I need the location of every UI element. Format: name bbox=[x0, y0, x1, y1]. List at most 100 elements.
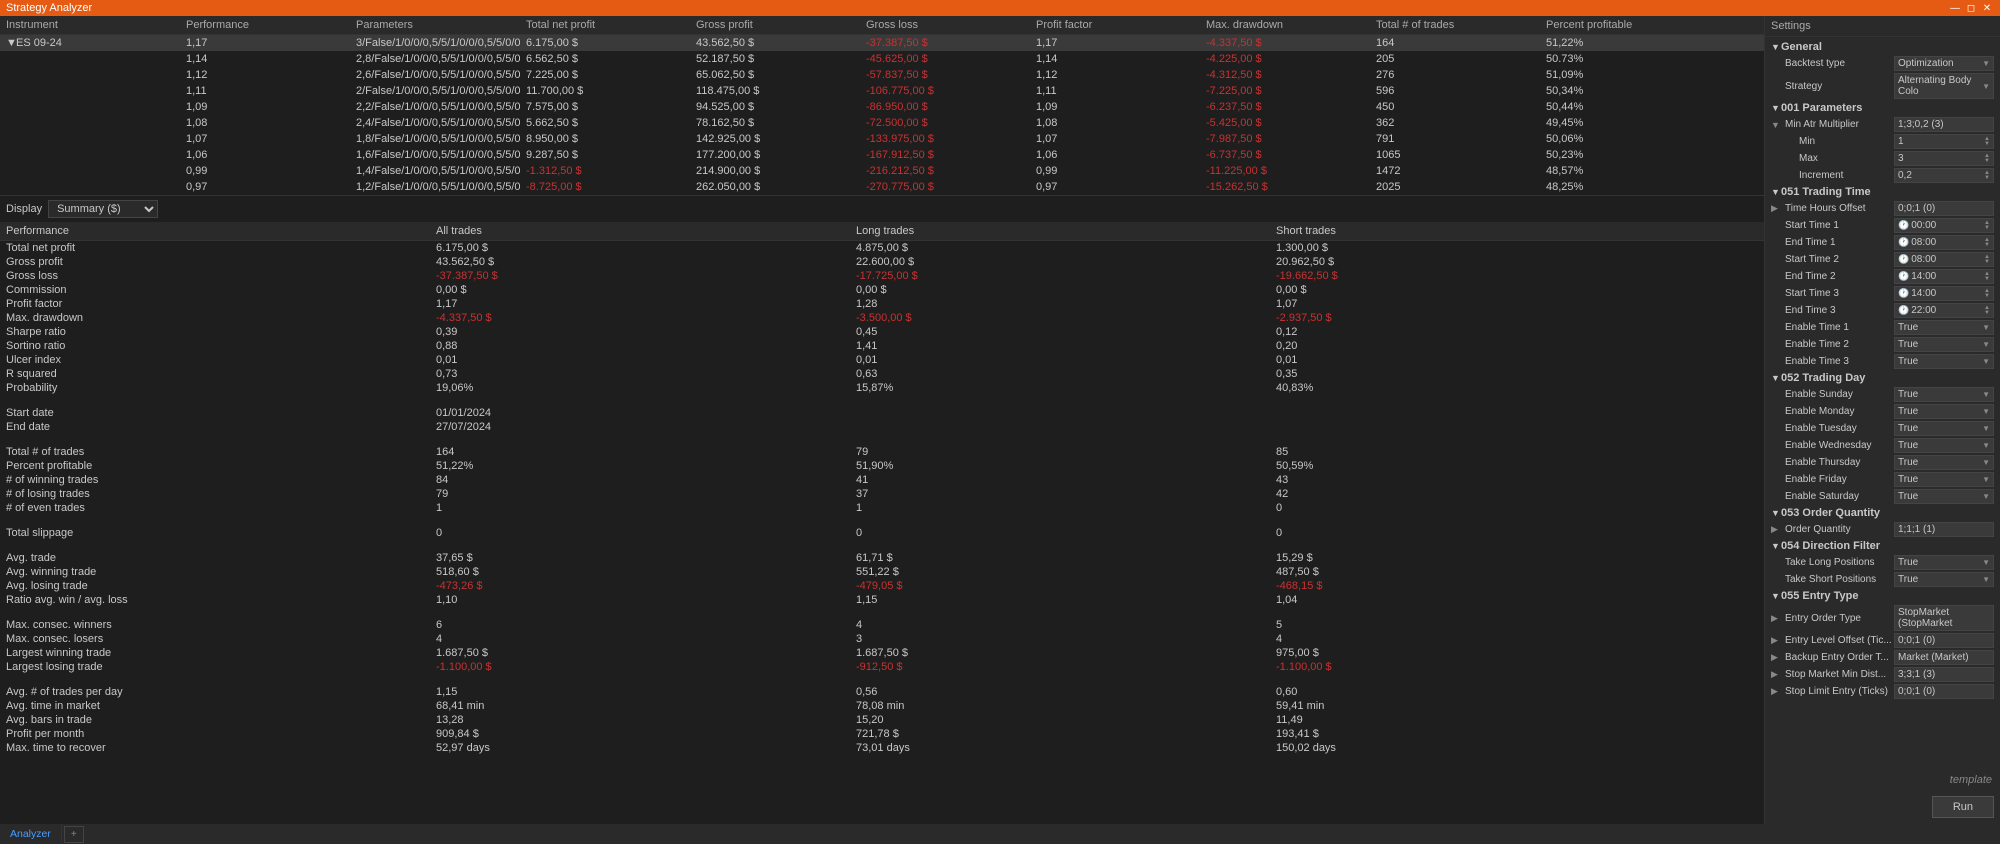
col-profit-factor[interactable]: Profit factor bbox=[1030, 16, 1200, 34]
property-value[interactable]: True▼ bbox=[1894, 489, 1994, 504]
property-value[interactable]: 3;3;1 (3) bbox=[1894, 667, 1994, 682]
chevron-down-icon[interactable]: ▼ bbox=[1982, 558, 1990, 567]
clock-icon: 🕐 bbox=[1898, 288, 1909, 299]
col-percent-profitable[interactable]: Percent profitable bbox=[1540, 16, 1710, 34]
chevron-down-icon[interactable]: ▼ bbox=[1982, 82, 1990, 91]
property-value[interactable]: 0;0;1 (0) bbox=[1894, 633, 1994, 648]
chevron-down-icon[interactable]: ▼ bbox=[1982, 407, 1990, 416]
spinner[interactable]: ▲▼ bbox=[1984, 154, 1990, 164]
property-value[interactable]: True▼ bbox=[1894, 455, 1994, 470]
chevron-down-icon[interactable]: ▼ bbox=[1982, 424, 1990, 433]
table-row[interactable]: 1,112/False/1/0/0/0,5/5/1/0/0/0,5/5/0/0,… bbox=[0, 83, 1764, 99]
property-value[interactable]: True▼ bbox=[1894, 555, 1994, 570]
settings-category[interactable]: ▼General bbox=[1767, 39, 1998, 55]
settings-category[interactable]: ▼051 Trading Time bbox=[1767, 184, 1998, 200]
settings-property: Enable SaturdayTrue▼ bbox=[1767, 488, 1998, 505]
table-row[interactable]: 1,071,8/False/1/0/0/0,5/5/1/0/0/0,5/5/0/… bbox=[0, 131, 1764, 147]
chevron-down-icon[interactable]: ▼ bbox=[1982, 390, 1990, 399]
property-value[interactable]: Optimization▼ bbox=[1894, 56, 1994, 71]
property-value[interactable]: True▼ bbox=[1894, 421, 1994, 436]
table-row[interactable]: 0,991,4/False/1/0/0/0,5/5/1/0/0/0,5/5/0/… bbox=[0, 163, 1764, 179]
table-row[interactable]: 1,142,8/False/1/0/0/0,5/5/1/0/0/0,5/5/0/… bbox=[0, 51, 1764, 67]
table-row[interactable]: 1,092,2/False/1/0/0/0,5/5/1/0/0/0,5/5/0/… bbox=[0, 99, 1764, 115]
settings-category[interactable]: ▼052 Trading Day bbox=[1767, 370, 1998, 386]
spinner[interactable]: ▲▼ bbox=[1984, 137, 1990, 147]
template-link[interactable]: template bbox=[1765, 770, 2000, 790]
spinner[interactable]: ▲▼ bbox=[1984, 289, 1990, 299]
col-total-net-profit[interactable]: Total net profit bbox=[520, 16, 690, 34]
minimize-icon[interactable]: — bbox=[1948, 1, 1962, 15]
col-instrument[interactable]: Instrument bbox=[0, 16, 180, 34]
property-value[interactable]: 3▲▼ bbox=[1894, 151, 1994, 166]
chevron-down-icon[interactable]: ▼ bbox=[1982, 340, 1990, 349]
chevron-down-icon[interactable]: ▼ bbox=[1982, 323, 1990, 332]
table-row[interactable]: 1,122,6/False/1/0/0/0,5/5/1/0/0/0,5/5/0/… bbox=[0, 67, 1764, 83]
property-value[interactable]: 0;0;1 (0) bbox=[1894, 684, 1994, 699]
property-value[interactable]: Alternating Body Colo▼ bbox=[1894, 73, 1994, 99]
perf-col-short[interactable]: Short trades bbox=[1270, 222, 1690, 240]
perf-row: # of even trades110 bbox=[0, 501, 1764, 515]
table-row[interactable]: ▼ES 09-241,173/False/1/0/0/0,5/5/1/0/0/0… bbox=[0, 35, 1764, 51]
settings-category[interactable]: ▼055 Entry Type bbox=[1767, 588, 1998, 604]
perf-col-label[interactable]: Performance bbox=[0, 222, 430, 240]
chevron-down-icon[interactable]: ▼ bbox=[1982, 458, 1990, 467]
col-performance[interactable]: Performance bbox=[180, 16, 350, 34]
property-value[interactable]: 🕐00:00▲▼ bbox=[1894, 218, 1994, 233]
col-gross-loss[interactable]: Gross loss bbox=[860, 16, 1030, 34]
property-value[interactable]: 0,2▲▼ bbox=[1894, 168, 1994, 183]
perf-row: Sortino ratio0,881,410,20 bbox=[0, 339, 1764, 353]
col-gross-profit[interactable]: Gross profit bbox=[690, 16, 860, 34]
property-value[interactable]: True▼ bbox=[1894, 320, 1994, 335]
settings-property: Min1▲▼ bbox=[1767, 133, 1998, 150]
spinner[interactable]: ▲▼ bbox=[1984, 238, 1990, 248]
property-value[interactable]: 🕐22:00▲▼ bbox=[1894, 303, 1994, 318]
maximize-icon[interactable]: ◻ bbox=[1964, 1, 1978, 15]
col-max-drawdown[interactable]: Max. drawdown bbox=[1200, 16, 1370, 34]
col-total-trades[interactable]: Total # of trades bbox=[1370, 16, 1540, 34]
property-value[interactable]: True▼ bbox=[1894, 337, 1994, 352]
property-value[interactable]: 1▲▼ bbox=[1894, 134, 1994, 149]
property-value[interactable]: True▼ bbox=[1894, 354, 1994, 369]
property-value[interactable]: 0;0;1 (0) bbox=[1894, 201, 1994, 216]
chevron-down-icon[interactable]: ▼ bbox=[1982, 441, 1990, 450]
close-icon[interactable]: ✕ bbox=[1980, 1, 1994, 15]
chevron-down-icon[interactable]: ▼ bbox=[1982, 492, 1990, 501]
property-value[interactable]: True▼ bbox=[1894, 572, 1994, 587]
property-value[interactable]: 🕐08:00▲▼ bbox=[1894, 235, 1994, 250]
property-value[interactable]: 1;1;1 (1) bbox=[1894, 522, 1994, 537]
property-value[interactable]: 🕐14:00▲▼ bbox=[1894, 269, 1994, 284]
chevron-down-icon[interactable]: ▼ bbox=[1982, 575, 1990, 584]
chevron-down-icon[interactable]: ▼ bbox=[1982, 59, 1990, 68]
perf-col-all[interactable]: All trades bbox=[430, 222, 850, 240]
clock-icon: 🕐 bbox=[1898, 254, 1909, 265]
property-value[interactable]: 🕐14:00▲▼ bbox=[1894, 286, 1994, 301]
spinner[interactable]: ▲▼ bbox=[1984, 255, 1990, 265]
spinner[interactable]: ▲▼ bbox=[1984, 272, 1990, 282]
perf-col-long[interactable]: Long trades bbox=[850, 222, 1270, 240]
settings-property: Enable Time 2True▼ bbox=[1767, 336, 1998, 353]
property-value[interactable]: True▼ bbox=[1894, 438, 1994, 453]
property-value[interactable]: 1;3;0,2 (3) bbox=[1894, 117, 1994, 132]
settings-category[interactable]: ▼001 Parameters bbox=[1767, 100, 1998, 116]
property-value[interactable]: True▼ bbox=[1894, 404, 1994, 419]
settings-category[interactable]: ▼053 Order Quantity bbox=[1767, 505, 1998, 521]
table-row[interactable]: 0,971,2/False/1/0/0/0,5/5/1/0/0/0,5/5/0/… bbox=[0, 179, 1764, 195]
display-select[interactable]: Summary ($) bbox=[48, 200, 158, 218]
spinner[interactable]: ▲▼ bbox=[1984, 306, 1990, 316]
add-tab-button[interactable]: + bbox=[64, 826, 84, 843]
property-value[interactable]: Market (Market) bbox=[1894, 650, 1994, 665]
settings-category[interactable]: ▼054 Direction Filter bbox=[1767, 538, 1998, 554]
spinner[interactable]: ▲▼ bbox=[1984, 221, 1990, 231]
property-value[interactable]: True▼ bbox=[1894, 387, 1994, 402]
table-row[interactable]: 1,082,4/False/1/0/0/0,5/5/1/0/0/0,5/5/0/… bbox=[0, 115, 1764, 131]
table-row[interactable]: 1,061,6/False/1/0/0/0,5/5/1/0/0/0,5/5/0/… bbox=[0, 147, 1764, 163]
property-value[interactable]: True▼ bbox=[1894, 472, 1994, 487]
chevron-down-icon[interactable]: ▼ bbox=[1982, 475, 1990, 484]
run-button[interactable]: Run bbox=[1932, 796, 1994, 818]
chevron-down-icon[interactable]: ▼ bbox=[1982, 357, 1990, 366]
col-parameters[interactable]: Parameters bbox=[350, 16, 520, 34]
property-value[interactable]: StopMarket (StopMarket bbox=[1894, 605, 1994, 631]
tab-analyzer[interactable]: Analyzer bbox=[0, 825, 62, 843]
spinner[interactable]: ▲▼ bbox=[1984, 171, 1990, 181]
property-value[interactable]: 🕐08:00▲▼ bbox=[1894, 252, 1994, 267]
